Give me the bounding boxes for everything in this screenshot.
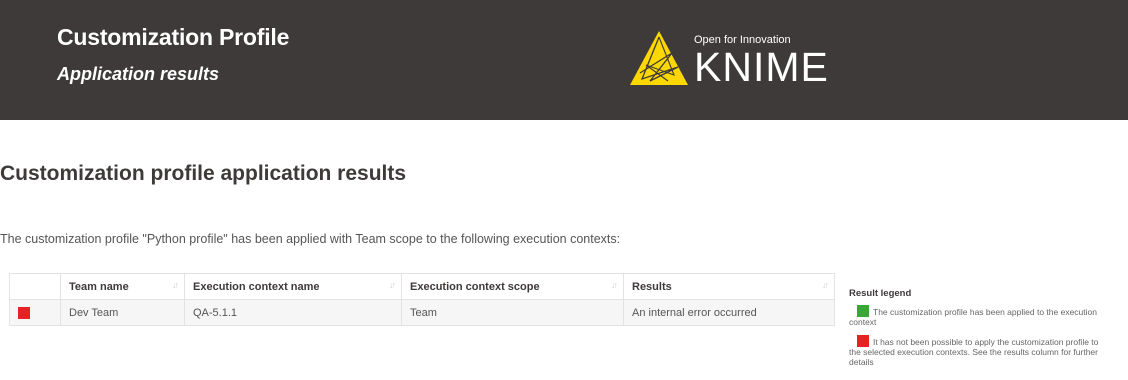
column-header-results[interactable]: Results ↓↑ [623,273,835,300]
header-subtitle: Application results [57,64,220,84]
context-name-cell: QA-5.1.1 [184,299,402,326]
result-legend: Result legend The customization profile … [849,288,1111,375]
status-cell [9,299,61,326]
sort-icon[interactable]: ↓↑ [389,280,396,290]
page-description: The customization profile "Python profil… [0,232,621,246]
knime-logo: Open for Innovation KNIME [628,29,838,89]
legend-item-success: The customization profile has been appli… [849,305,1111,327]
page-title: Customization profile application result… [0,162,407,185]
sort-icon[interactable]: ↓↑ [172,280,179,290]
sort-icon[interactable]: ↓↑ [611,280,618,290]
table-row: Dev Team QA-5.1.1 Team An internal error… [9,299,835,326]
context-scope-cell: Team [401,299,624,326]
legend-title: Result legend [849,288,912,299]
legend-text: It has not been possible to apply the cu… [849,337,1099,367]
column-label: Results [632,280,672,293]
results-table: Team name ↓↑ Execution context name ↓↑ E… [9,273,835,326]
team-name-cell: Dev Team [60,299,185,326]
column-header-status [9,273,61,300]
column-header-team-name[interactable]: Team name ↓↑ [60,273,185,300]
column-label: Execution context name [193,280,320,293]
result-cell: An internal error occurred [623,299,835,326]
column-label: Execution context scope [410,280,540,293]
table-header-row: Team name ↓↑ Execution context name ↓↑ E… [9,273,835,300]
header-title: Customization Profile [57,24,290,50]
page-header: Customization Profile Application result… [0,0,1128,120]
logo-wordmark: KNIME [694,44,829,90]
column-header-context-name[interactable]: Execution context name ↓↑ [184,273,402,300]
column-label: Team name [69,280,129,293]
error-swatch-icon [857,335,869,347]
legend-text: The customization profile has been appli… [849,307,1097,327]
legend-item-error: It has not been possible to apply the cu… [849,335,1111,367]
column-header-context-scope[interactable]: Execution context scope ↓↑ [401,273,624,300]
knime-triangle-icon [630,31,688,85]
sort-icon[interactable]: ↓↑ [822,280,829,290]
error-status-icon [18,306,30,319]
success-swatch-icon [857,305,869,317]
